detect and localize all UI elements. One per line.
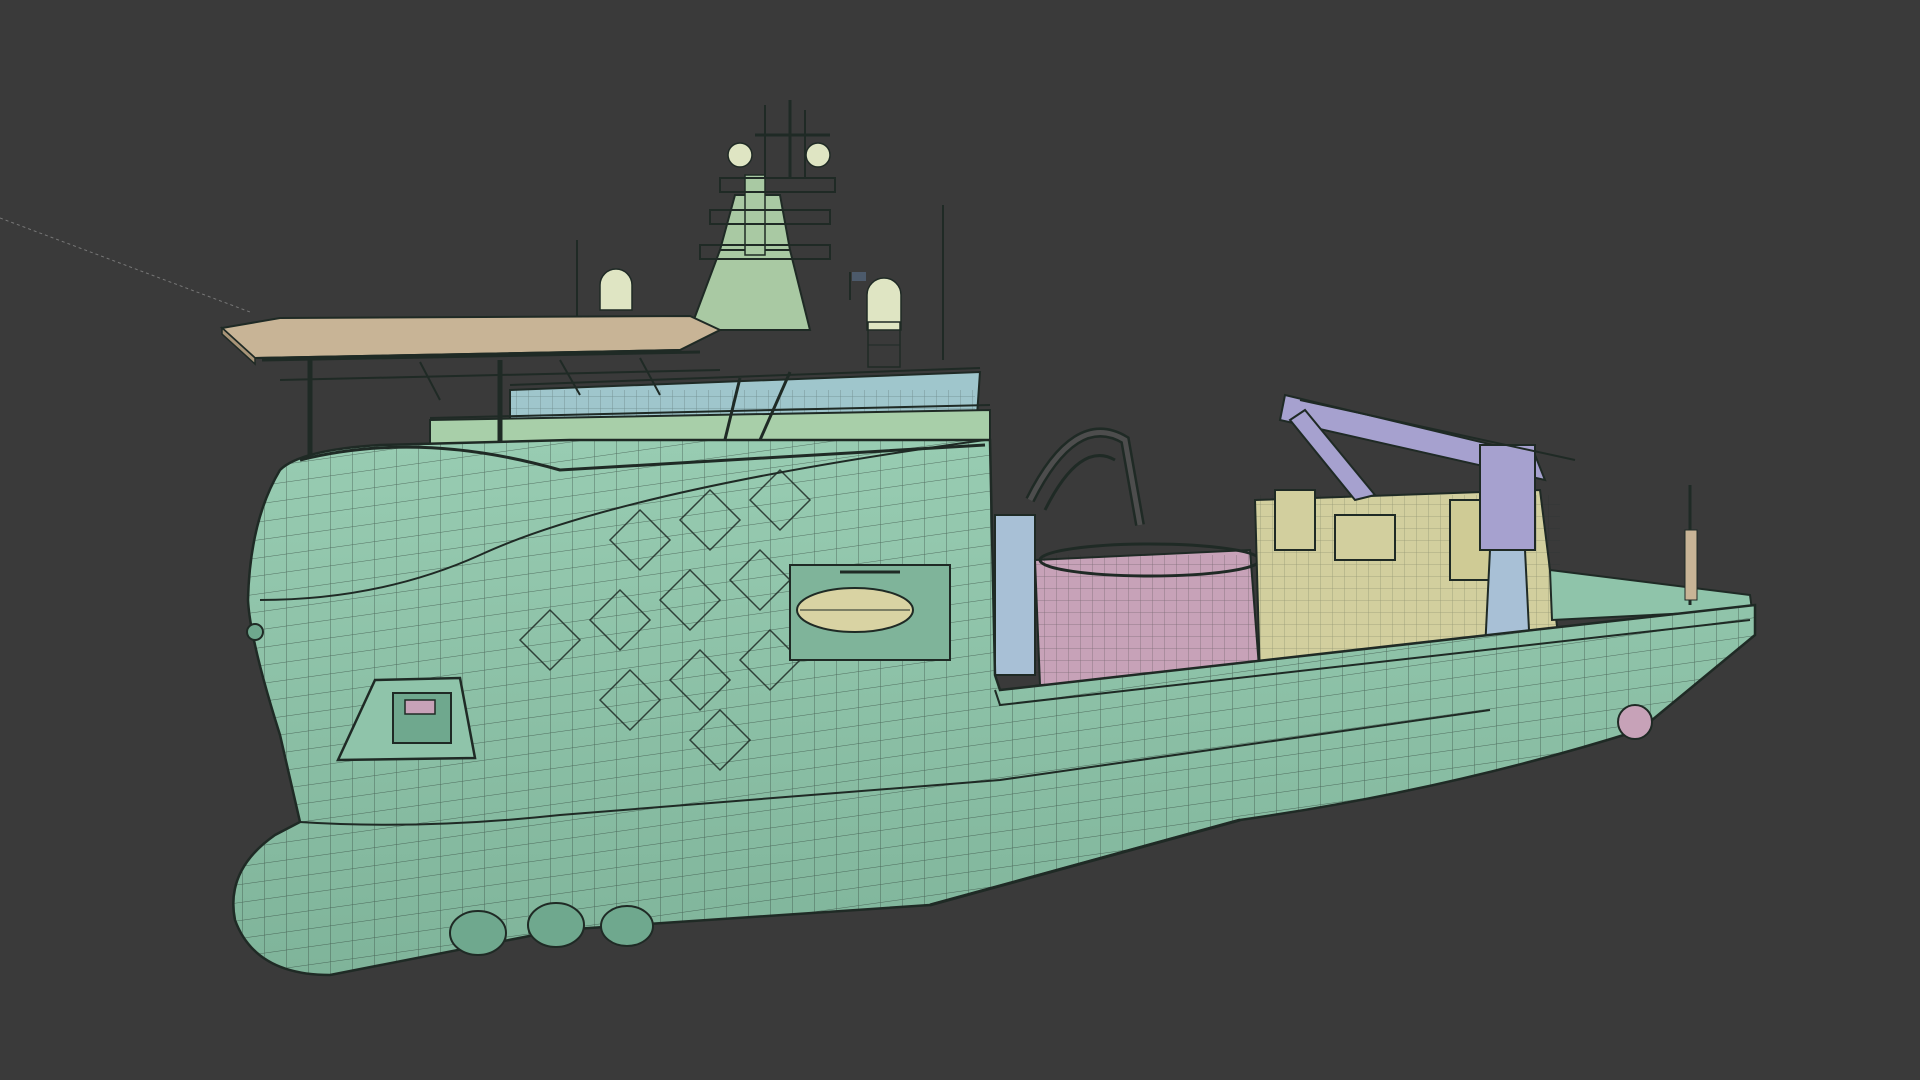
ship-model-render [0,100,1757,977]
flag [849,272,866,300]
main-mast [688,100,836,331]
hull-fitting [246,623,264,641]
guide-line [0,217,251,313]
aft-deck [1548,485,1754,622]
propeller [1617,704,1653,740]
tank-left [994,514,1036,676]
lifeboat [789,564,951,661]
radome-right [866,277,902,368]
3d-viewport[interactable] [0,0,1920,1080]
radome-left [599,268,633,311]
a-frame-gantry [1025,427,1145,526]
bow-thruster-tunnels [449,902,654,956]
